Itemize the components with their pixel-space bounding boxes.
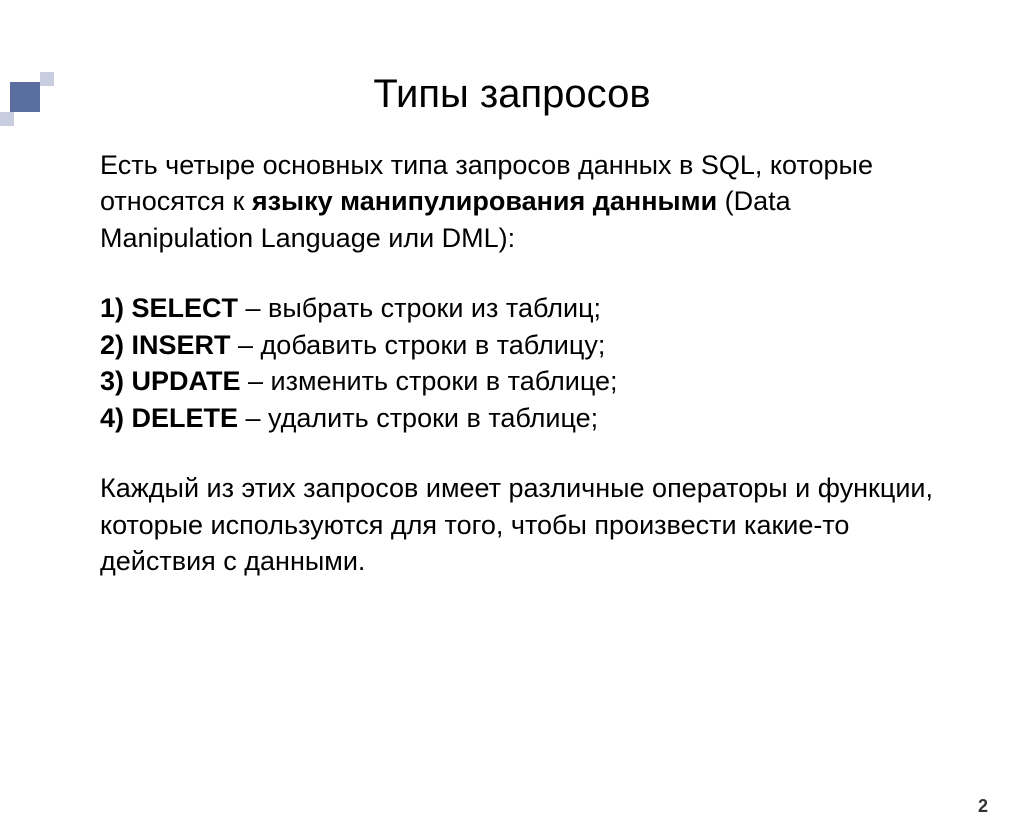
list-item: 2) INSERT – добавить строки в таблицу; [100,327,934,363]
list-item: 4) DELETE – удалить строки в таблице; [100,400,934,436]
decor-square-left [0,112,14,126]
slide-title: Типы запросов [0,72,1024,117]
list-item: 3) UPDATE – изменить строки в таблице; [100,363,934,399]
item-desc: – изменить строки в таблице; [241,366,618,396]
intro-paragraph: Есть четыре основных типа запросов данны… [100,147,934,256]
item-command: INSERT [132,330,231,360]
item-command: SELECT [132,293,239,323]
item-number: 1) [100,293,132,323]
query-list: 1) SELECT – выбрать строки из таблиц; 2)… [100,290,934,436]
item-number: 2) [100,330,132,360]
item-command: UPDATE [132,366,241,396]
item-number: 3) [100,366,132,396]
item-desc: – добавить строки в таблицу; [231,330,606,360]
intro-bold: языку манипулирования данными [252,186,717,216]
item-desc: – удалить строки в таблице; [238,403,598,433]
decor-square-large [10,82,40,112]
slide-content: Есть четыре основных типа запросов данны… [0,147,1024,579]
page-number: 2 [978,796,988,817]
item-desc: – выбрать строки из таблиц; [238,293,601,323]
item-command: DELETE [132,403,239,433]
outro-paragraph: Каждый из этих запросов имеет различные … [100,470,934,579]
item-number: 4) [100,403,132,433]
decor-square-top [40,72,54,86]
list-item: 1) SELECT – выбрать строки из таблиц; [100,290,934,326]
